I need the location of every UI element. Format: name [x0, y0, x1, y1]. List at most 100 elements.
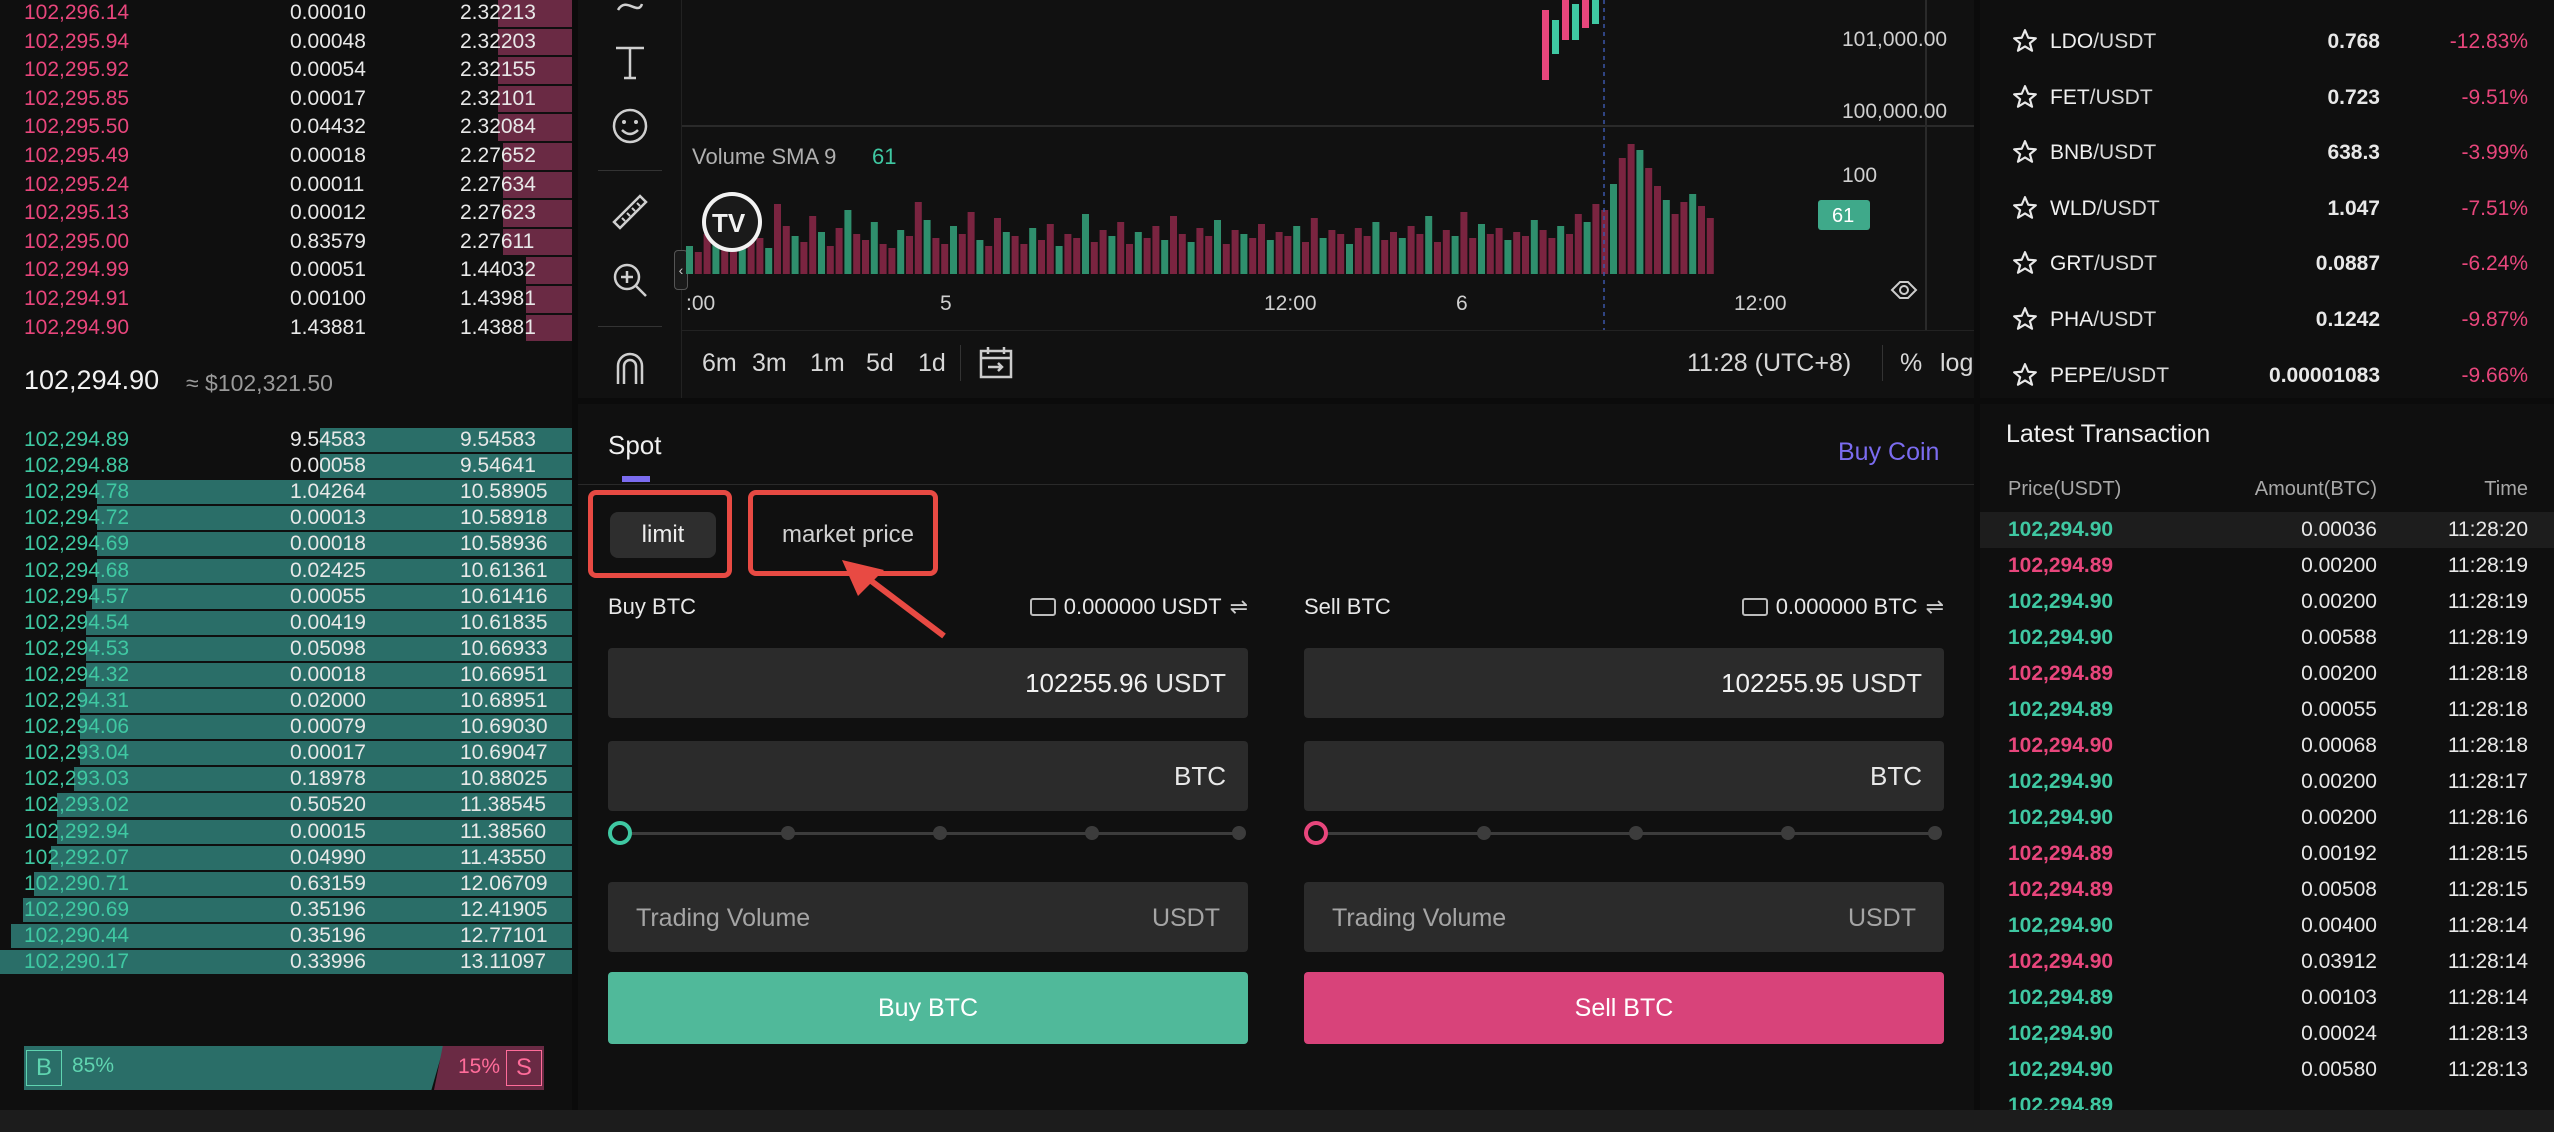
trade-row[interactable]: 102,294.90 0.00024 11:28:13 [1980, 1016, 2554, 1052]
buy-amount-field[interactable]: BTC [608, 741, 1248, 811]
buy-slider-handle[interactable] [608, 821, 632, 845]
trade-row[interactable]: 102,294.90 0.00068 11:28:18 [1980, 728, 2554, 764]
favorite-star-icon[interactable] [2012, 306, 2038, 332]
ask-row[interactable]: 102,294.91 0.00100 1.43981 [0, 285, 572, 314]
ask-row[interactable]: 102,295.00 0.83579 2.27611 [0, 228, 572, 257]
ask-row[interactable]: 102,295.85 0.00017 2.32101 [0, 85, 572, 114]
ask-row[interactable]: 102,296.14 0.00010 2.32213 [0, 0, 572, 28]
market-row[interactable]: BNB/USDT 638.3 -3.99% [1980, 125, 2554, 180]
trade-row[interactable]: 102,294.89 0.00055 11:28:18 [1980, 692, 2554, 728]
ask-row[interactable]: 102,295.49 0.00018 2.27652 [0, 142, 572, 171]
text-tool-icon[interactable] [608, 40, 652, 84]
price-chart[interactable]: ‹ 101,000.00 100,000.00 Volume SMA 9 61 … [578, 0, 2054, 398]
trade-row[interactable]: 102,294.89 0.00200 11:28:18 [1980, 656, 2554, 692]
bid-row[interactable]: 102,293.03 0.18978 10.88025 [0, 766, 572, 792]
brush-icon[interactable] [608, 0, 652, 30]
bid-row[interactable]: 102,294.78 1.04264 10.58905 [0, 479, 572, 505]
timeframe-6m[interactable]: 6m [702, 349, 737, 378]
chart-settings-icon[interactable] [1890, 281, 1918, 299]
bid-row[interactable]: 102,293.02 0.50520 11.38545 [0, 792, 572, 818]
bid-row[interactable]: 102,290.71 0.63159 12.06709 [0, 871, 572, 897]
ask-row[interactable]: 102,295.92 0.00054 2.32155 [0, 56, 572, 85]
sell-slider-handle[interactable] [1304, 821, 1328, 845]
market-row[interactable]: PHA/USDT 0.1242 -9.87% [1980, 292, 2554, 347]
ask-row[interactable]: 102,295.94 0.00048 2.32203 [0, 28, 572, 57]
bid-row[interactable]: 102,294.32 0.00018 10.66951 [0, 662, 572, 688]
percent-scale-toggle[interactable]: % [1900, 349, 1922, 378]
trade-row[interactable]: 102,294.90 0.00200 11:28:17 [1980, 764, 2554, 800]
ask-row[interactable]: 102,294.90 1.43881 1.43881 [0, 314, 572, 343]
trade-row[interactable]: 102,294.89 0.00192 11:28:15 [1980, 836, 2554, 872]
bid-row[interactable]: 102,290.17 0.33996 13.11097 [0, 949, 572, 975]
trade-row[interactable]: 102,294.89 0.00200 11:28:19 [1980, 548, 2554, 584]
sell-volume-field[interactable]: Trading Volume USDT [1304, 882, 1944, 952]
transfer-icon[interactable]: ⇌ [1230, 594, 1248, 619]
sell-price-field[interactable]: 102255.95 USDT [1304, 648, 1944, 718]
bid-row[interactable]: 102,294.88 0.00058 9.54641 [0, 453, 572, 479]
ask-row[interactable]: 102,295.50 0.04432 2.32084 [0, 113, 572, 142]
trades-list[interactable]: 102,294.90 0.00036 11:28:20 102,294.89 0.002… [1980, 512, 2554, 1110]
favorite-star-icon[interactable] [2012, 139, 2038, 165]
trade-row[interactable]: 102,294.90 0.00580 11:28:13 [1980, 1052, 2554, 1088]
bid-row[interactable]: 102,294.89 9.54583 9.54583 [0, 427, 572, 453]
timeframe-3m[interactable]: 3m [752, 349, 787, 378]
bottom-scrollbar[interactable] [0, 1110, 2554, 1132]
bid-row[interactable]: 102,290.69 0.35196 12.41905 [0, 897, 572, 923]
market-pair: PHA/USDT [2050, 292, 2156, 347]
bid-row[interactable]: 102,294.54 0.00419 10.61835 [0, 610, 572, 636]
bid-row[interactable]: 102,290.44 0.35196 12.77101 [0, 923, 572, 949]
chart-canvas[interactable]: 101,000.00 100,000.00 Volume SMA 9 61 10… [682, 0, 1974, 330]
trade-row[interactable]: 102,294.90 0.00200 11:28:16 [1980, 800, 2554, 836]
buy-btc-button[interactable]: Buy BTC [608, 972, 1248, 1044]
timeframe-5d[interactable]: 5d [866, 349, 894, 378]
favorite-star-icon[interactable] [2012, 195, 2038, 221]
favorite-star-icon[interactable] [2012, 362, 2038, 388]
timeframe-1m[interactable]: 1m [810, 349, 845, 378]
trade-row[interactable]: 102,294.90 0.00036 11:28:20 [1980, 512, 2554, 548]
buy-price-field[interactable]: 102255.96 USDT [608, 648, 1248, 718]
bid-row[interactable]: 102,292.07 0.04990 11.43550 [0, 845, 572, 871]
tab-spot[interactable]: Spot [608, 430, 662, 461]
magnet-icon[interactable] [608, 346, 652, 390]
timeframe-1d[interactable]: 1d [918, 349, 946, 378]
favorite-star-icon[interactable] [2012, 28, 2038, 54]
favorite-star-icon[interactable] [2012, 250, 2038, 276]
ask-row[interactable]: 102,295.24 0.00011 2.27634 [0, 171, 572, 200]
buy-coin-link[interactable]: Buy Coin [1838, 438, 1939, 467]
trade-row[interactable]: 102,294.89 [1980, 1088, 2554, 1110]
bid-row[interactable]: 102,294.69 0.00018 10.58936 [0, 531, 572, 557]
date-range-icon[interactable] [978, 345, 1014, 381]
bid-row[interactable]: 102,293.04 0.00017 10.69047 [0, 740, 572, 766]
bid-row[interactable]: 102,294.31 0.02000 10.68951 [0, 688, 572, 714]
zoom-in-icon[interactable] [608, 258, 652, 302]
market-row[interactable]: GRT/USDT 0.0887 -6.24% [1980, 236, 2554, 291]
sell-percent-slider[interactable] [1304, 821, 1944, 845]
ask-row[interactable]: 102,295.13 0.00012 2.27623 [0, 199, 572, 228]
ruler-icon[interactable] [608, 190, 652, 234]
bid-row[interactable]: 102,294.06 0.00079 10.69030 [0, 714, 572, 740]
trade-row[interactable]: 102,294.90 0.00588 11:28:19 [1980, 620, 2554, 656]
market-row[interactable]: WLD/USDT 1.047 -7.51% [1980, 181, 2554, 236]
trade-row[interactable]: 102,294.90 0.00400 11:28:14 [1980, 908, 2554, 944]
ask-row[interactable]: 102,294.99 0.00051 1.44032 [0, 256, 572, 285]
favorite-star-icon[interactable] [2012, 84, 2038, 110]
buy-percent-slider[interactable] [608, 821, 1248, 845]
market-row[interactable]: LDO/USDT 0.768 -12.83% [1980, 14, 2554, 69]
bid-row[interactable]: 102,294.68 0.02425 10.61361 [0, 558, 572, 584]
log-scale-toggle[interactable]: log [1940, 349, 1973, 378]
trade-row[interactable]: 102,294.90 0.00200 11:28:19 [1980, 584, 2554, 620]
emoji-icon[interactable] [608, 104, 652, 148]
bid-row[interactable]: 102,294.72 0.00013 10.58918 [0, 505, 572, 531]
market-row[interactable]: PEPE/USDT 0.00001083 -9.66% [1980, 348, 2554, 403]
bid-row[interactable]: 102,292.94 0.00015 11.38560 [0, 819, 572, 845]
trade-row[interactable]: 102,294.89 0.00508 11:28:15 [1980, 872, 2554, 908]
sell-btc-button[interactable]: Sell BTC [1304, 972, 1944, 1044]
trade-row[interactable]: 102,294.90 0.03912 11:28:14 [1980, 944, 2554, 980]
bid-row[interactable]: 102,294.57 0.00055 10.61416 [0, 584, 572, 610]
market-row[interactable]: FET/USDT 0.723 -9.51% [1980, 70, 2554, 125]
trade-row[interactable]: 102,294.89 0.00103 11:28:14 [1980, 980, 2554, 1016]
buy-volume-field[interactable]: Trading Volume USDT [608, 882, 1248, 952]
bid-row[interactable]: 102,294.53 0.05098 10.66933 [0, 636, 572, 662]
transfer-icon[interactable]: ⇌ [1926, 594, 1944, 619]
sell-amount-field[interactable]: BTC [1304, 741, 1944, 811]
